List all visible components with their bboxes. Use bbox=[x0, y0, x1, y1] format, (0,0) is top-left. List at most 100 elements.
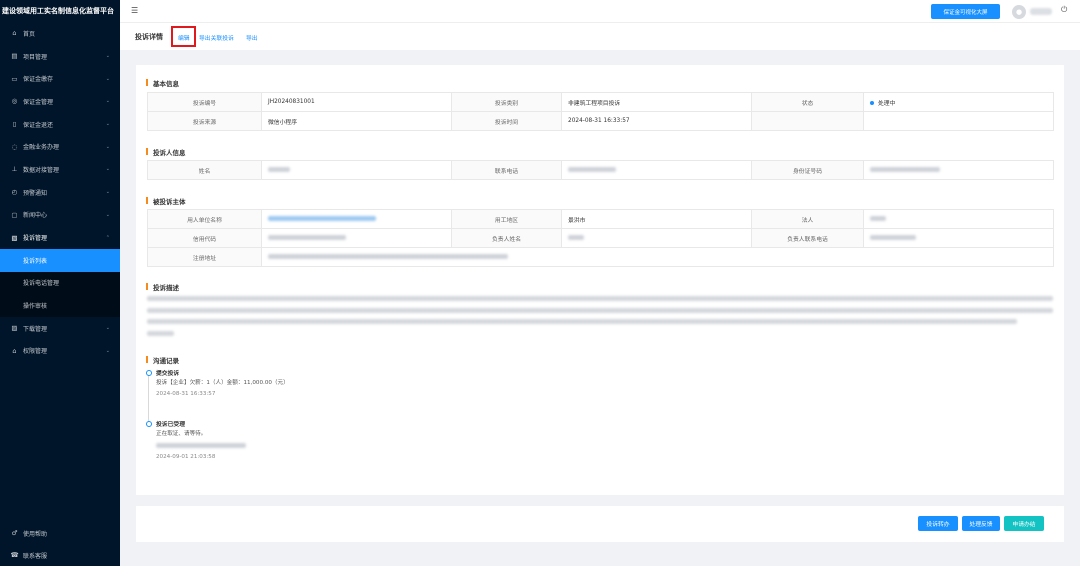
sidebar-item-deposit-management[interactable]: ◎ 保证金管理 ⌄ bbox=[0, 90, 120, 113]
table-row: 投诉来源 微信小程序 投诉时间 2024-08-31 16:33:57 bbox=[147, 111, 1054, 131]
sidebar-item-label: 项目管理 bbox=[23, 53, 48, 61]
time-label: 投诉时间 bbox=[451, 111, 562, 131]
sidebar-item-complaints[interactable]: ▧ 投诉管理 ⌃ bbox=[0, 226, 120, 249]
finance-icon: ◌ bbox=[11, 142, 18, 151]
complaint-icon: ▧ bbox=[11, 233, 18, 242]
sidebar-item-data-integration[interactable]: ⊥ 数据对接管理 ⌄ bbox=[0, 158, 120, 181]
sidebar-item-operation-review[interactable]: 操作审核 bbox=[0, 294, 120, 317]
complaint-no-value: JH20240831001 bbox=[261, 92, 452, 112]
timeline-node-icon bbox=[146, 421, 152, 427]
chevron-down-icon: ⌄ bbox=[105, 53, 110, 60]
region-value: 景洪市 bbox=[561, 209, 752, 229]
chevron-down-icon: ⌄ bbox=[105, 98, 110, 105]
action-bar: 投诉转办 处理反馈 申请办结 bbox=[136, 506, 1064, 542]
download-icon: ▨ bbox=[11, 324, 18, 333]
detail-panel: 基本信息 投诉编号 JH20240831001 投诉类别 非建筑工程项目投诉 状… bbox=[136, 65, 1064, 495]
status-value: 处理中 bbox=[878, 100, 896, 107]
record-detail-redacted bbox=[156, 443, 246, 448]
communication-title: 沟通记录 bbox=[146, 355, 179, 365]
target-icon: ◎ bbox=[11, 97, 18, 106]
phone-value-redacted bbox=[561, 160, 752, 180]
respondent-title: 被投诉主体 bbox=[146, 196, 186, 206]
clock-icon: ◴ bbox=[11, 188, 18, 197]
complaint-no-label: 投诉编号 bbox=[147, 92, 262, 112]
chevron-down-icon: ⌄ bbox=[105, 189, 110, 196]
sidebar-item-permissions[interactable]: ⌂ 权限管理 ⌄ bbox=[0, 340, 120, 363]
table-row: 注册地址 bbox=[147, 247, 1054, 267]
help-icon: ♂ bbox=[11, 529, 18, 537]
menu-collapse-icon[interactable]: ☰ bbox=[131, 6, 138, 15]
sidebar-item-label: 下载管理 bbox=[23, 325, 48, 333]
sidebar-item-alerts[interactable]: ◴ 预警通知 ⌄ bbox=[0, 181, 120, 204]
empty-cell bbox=[751, 111, 864, 131]
legal-label: 法人 bbox=[751, 209, 864, 229]
permission-icon: ⌂ bbox=[12, 346, 17, 355]
record-time: 2024-08-31 16:33:57 bbox=[156, 391, 216, 397]
sidebar-item-label: 预警通知 bbox=[23, 189, 48, 197]
empty-cell bbox=[863, 111, 1054, 131]
category-value: 非建筑工程项目投诉 bbox=[561, 92, 752, 112]
record-text: 正在取证、请等待。 bbox=[156, 431, 207, 437]
sidebar-item-label: 权限管理 bbox=[23, 348, 48, 356]
transfer-button[interactable]: 投诉转办 bbox=[918, 516, 958, 531]
sidebar-item-label: 新闻中心 bbox=[23, 212, 48, 220]
logout-icon[interactable]: ⏻ bbox=[1061, 5, 1067, 15]
phone-label: 联系电话 bbox=[451, 160, 562, 180]
chevron-down-icon: ⌄ bbox=[105, 121, 110, 128]
sidebar-item-complaint-phone[interactable]: 投诉电话管理 bbox=[0, 272, 120, 295]
source-label: 投诉来源 bbox=[147, 111, 262, 131]
sidebar-item-deposit-payment[interactable]: ▭ 保证金缴存 ⌄ bbox=[0, 67, 120, 90]
sidebar-item-project-management[interactable]: ▤ 项目管理 ⌄ bbox=[0, 45, 120, 68]
category-label: 投诉类别 bbox=[451, 92, 562, 112]
edit-link[interactable]: 编辑 bbox=[178, 33, 190, 42]
sidebar-item-support[interactable]: ☎ 联系客服 bbox=[0, 544, 120, 566]
timeline-connector bbox=[148, 374, 149, 426]
home-icon: ⌂ bbox=[12, 29, 17, 38]
sidebar-item-complaint-list[interactable]: 投诉列表 bbox=[0, 248, 120, 272]
region-label: 用工地区 bbox=[451, 209, 562, 229]
avatar[interactable]: ● bbox=[1012, 5, 1026, 19]
table-row: 投诉编号 JH20240831001 投诉类别 非建筑工程项目投诉 状态 处理中 bbox=[147, 92, 1054, 112]
sidebar-item-deposit-refund[interactable]: ▯ 保证金退还 ⌄ bbox=[0, 113, 120, 136]
record-title: 投诉已受理 bbox=[156, 422, 185, 428]
page-toolbar: 投诉详情 编辑 导出关联投诉 导出 bbox=[120, 23, 1080, 50]
refund-icon: ▯ bbox=[12, 120, 17, 129]
feedback-button[interactable]: 处理反馈 bbox=[962, 516, 1000, 531]
employer-value-redacted[interactable] bbox=[261, 209, 452, 229]
chevron-down-icon: ⌄ bbox=[105, 166, 110, 173]
table-row: 姓名 联系电话 身份证号码 bbox=[147, 160, 1054, 180]
time-value: 2024-08-31 16:33:57 bbox=[561, 111, 752, 131]
username-redacted bbox=[1030, 8, 1052, 15]
manager-value-redacted bbox=[561, 228, 752, 248]
complainant-title: 投诉人信息 bbox=[146, 147, 186, 157]
chevron-down-icon: ⌄ bbox=[105, 211, 110, 218]
credit-label: 信用代码 bbox=[147, 228, 262, 248]
communication-timeline: 提交投诉 投诉【企业】欠薪：1（人）金额：11,000.00（元） 2024-0… bbox=[146, 368, 547, 488]
sidebar-item-news[interactable]: ▢ 新闻中心 ⌄ bbox=[0, 204, 120, 227]
export-related-link[interactable]: 导出关联投诉 bbox=[199, 33, 234, 42]
sidebar-item-label: 投诉管理 bbox=[23, 235, 48, 243]
timeline-node-icon bbox=[146, 370, 152, 376]
complainant-table: 姓名 联系电话 身份证号码 bbox=[147, 160, 1054, 180]
chevron-down-icon: ⌄ bbox=[105, 347, 110, 354]
sidebar-item-label: 数据对接管理 bbox=[23, 166, 60, 174]
sidebar-item-finance[interactable]: ◌ 金融业务办理 ⌄ bbox=[0, 135, 120, 158]
credit-value-redacted bbox=[261, 228, 452, 248]
big-screen-button[interactable]: 保证金可视化大屏 bbox=[931, 4, 1000, 19]
data-icon: ⊥ bbox=[11, 165, 18, 174]
legal-value-redacted bbox=[863, 209, 1054, 229]
chevron-down-icon: ⌄ bbox=[105, 75, 110, 82]
table-row: 信用代码 负责人姓名 负责人联系电话 bbox=[147, 228, 1054, 248]
sidebar-item-label: 保证金缴存 bbox=[23, 76, 54, 84]
sidebar-item-help[interactable]: ♂ 使用帮助 bbox=[0, 522, 120, 544]
sidebar-footer: ♂ 使用帮助 ☎ 联系客服 bbox=[0, 522, 120, 566]
status-badge: 处理中 bbox=[863, 92, 1054, 112]
apply-close-button[interactable]: 申请办结 bbox=[1004, 516, 1044, 531]
sidebar-item-downloads[interactable]: ▨ 下载管理 ⌄ bbox=[0, 317, 120, 340]
export-link[interactable]: 导出 bbox=[246, 33, 258, 42]
top-header: ☰ 保证金可视化大屏 ● ⏻ bbox=[120, 0, 1080, 23]
sidebar-item-home[interactable]: ⌂ 首页 bbox=[0, 22, 120, 45]
basic-info-title: 基本信息 bbox=[146, 78, 179, 88]
status-label: 状态 bbox=[751, 92, 864, 112]
sidebar: 建设领域用工实名制信息化监督平台 ⌂ 首页 ▤ 项目管理 ⌄ ▭ 保证金缴存 ⌄… bbox=[0, 0, 120, 566]
